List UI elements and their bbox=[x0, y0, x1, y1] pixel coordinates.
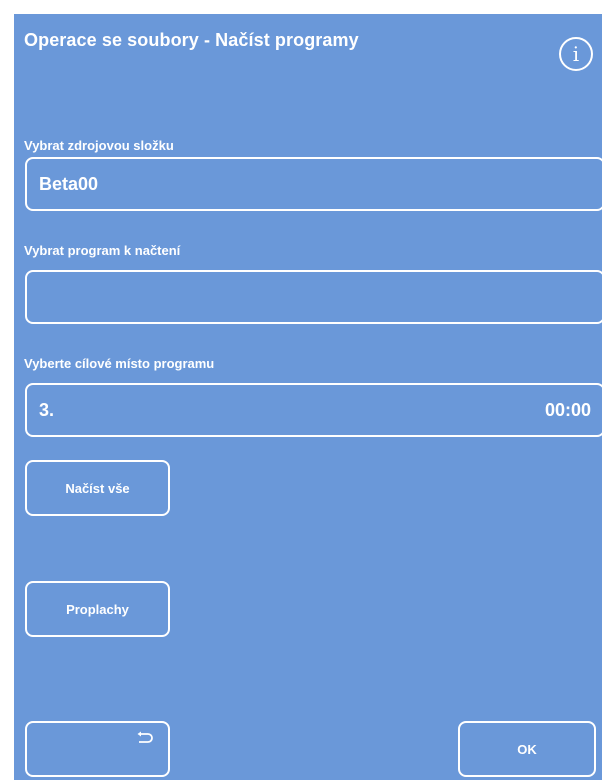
file-operations-screen: Operace se soubory - Načíst programy i V… bbox=[14, 14, 602, 780]
program-field[interactable] bbox=[25, 270, 602, 324]
rinses-label: Proplachy bbox=[66, 601, 129, 617]
load-all-button[interactable]: Načíst vše bbox=[25, 460, 170, 516]
source-folder-field[interactable]: Beta00 bbox=[25, 157, 602, 211]
destination-field[interactable]: 3. 00:00 bbox=[25, 383, 602, 437]
rinses-button[interactable]: Proplachy bbox=[25, 581, 170, 637]
destination-label: Vyberte cílové místo programu bbox=[24, 356, 215, 371]
destination-slot: 3. bbox=[39, 400, 55, 420]
program-label: Vybrat program k načtení bbox=[24, 243, 181, 258]
source-folder-label: Vybrat zdrojovou složku bbox=[24, 138, 174, 153]
load-all-label: Načíst vše bbox=[65, 480, 130, 496]
info-icon: i bbox=[572, 42, 580, 66]
back-arrow-icon bbox=[137, 731, 153, 743]
source-folder-value: Beta00 bbox=[39, 174, 99, 194]
ok-label: OK bbox=[517, 741, 537, 757]
back-button[interactable] bbox=[25, 721, 170, 777]
ok-button[interactable]: OK bbox=[458, 721, 596, 777]
page-title: Operace se soubory - Načíst programy bbox=[24, 30, 359, 50]
destination-time: 00:00 bbox=[544, 400, 591, 420]
info-button[interactable]: i bbox=[559, 37, 593, 71]
